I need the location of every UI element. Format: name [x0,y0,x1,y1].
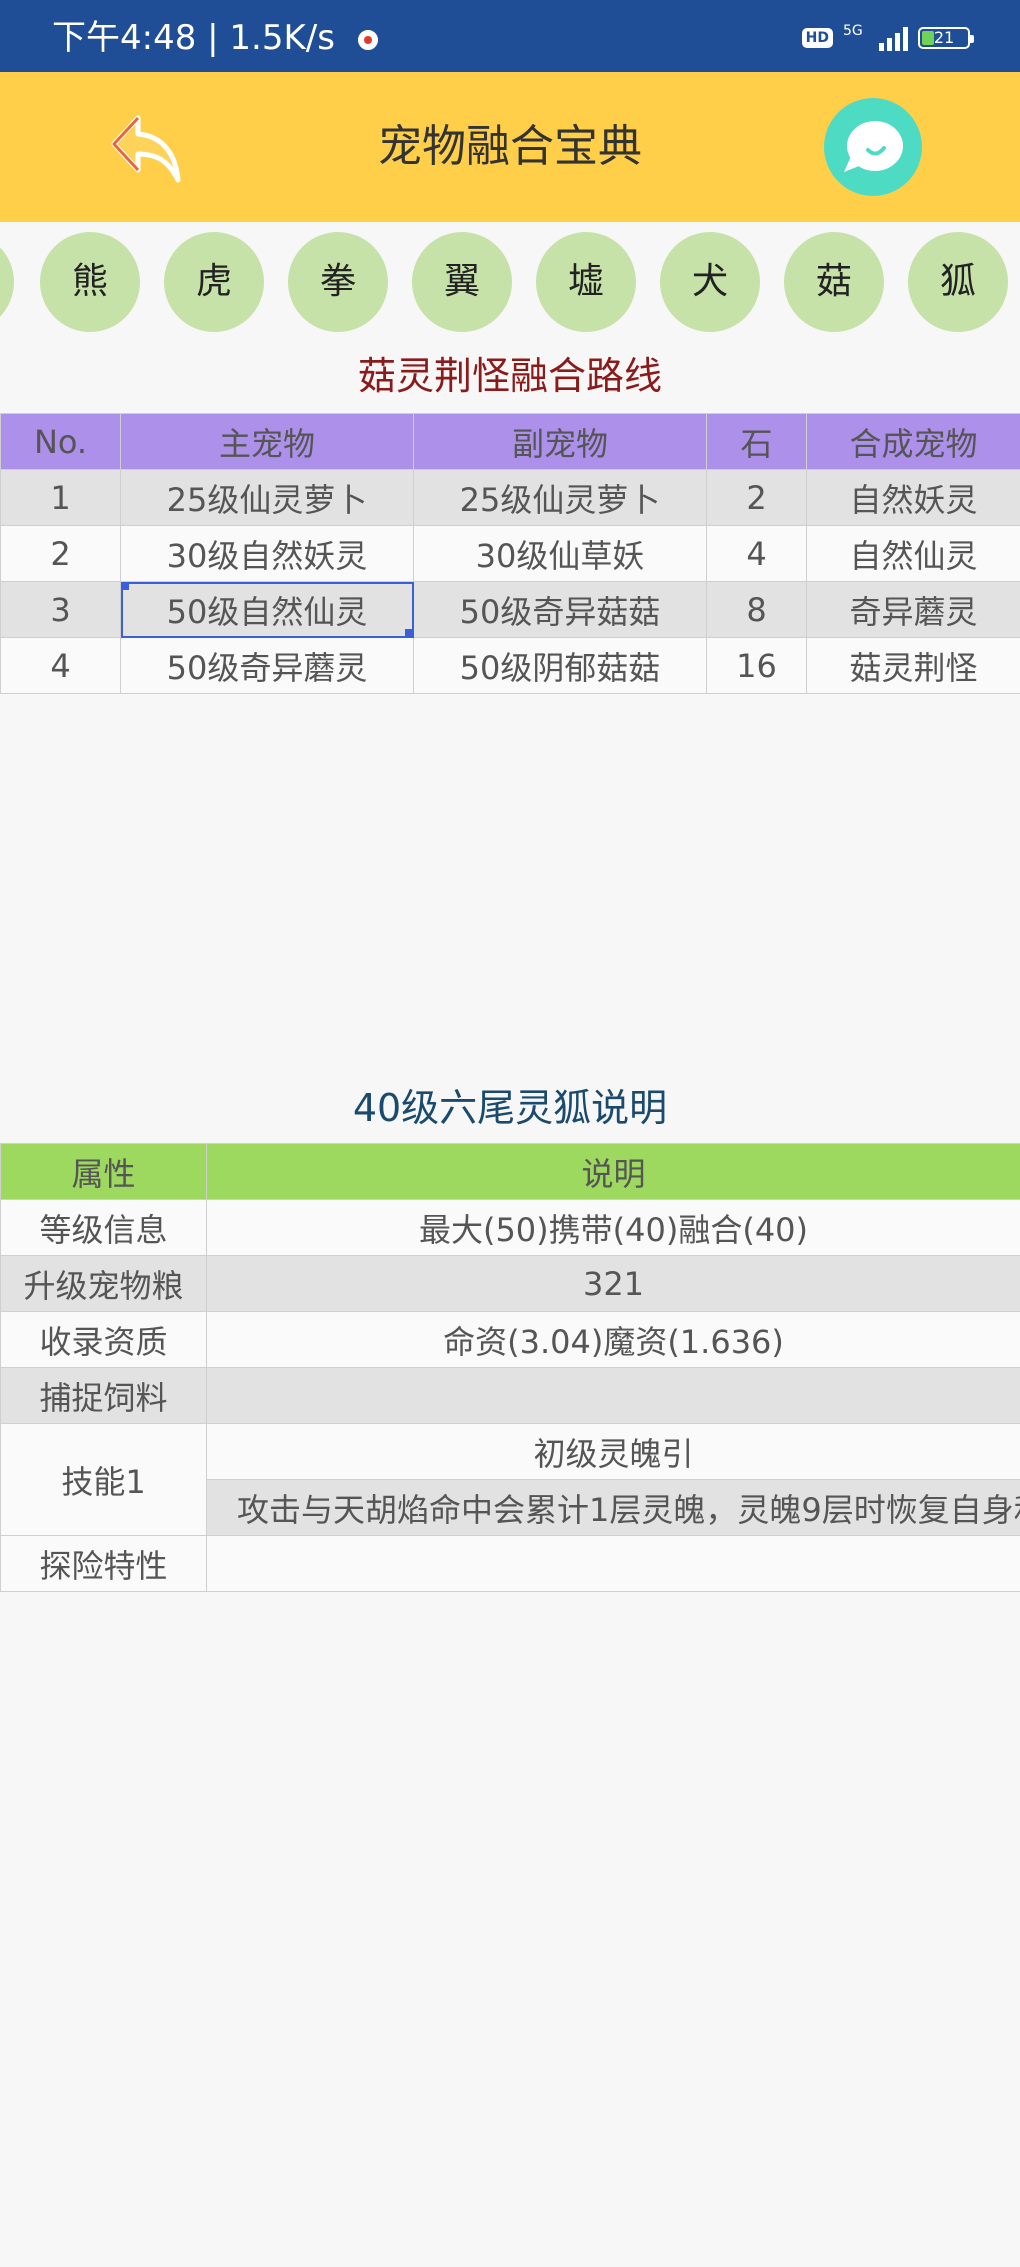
attr-quality-label: 收录资质 [0,1311,207,1368]
status-bar: 下午4:48 | 1.5K/s HD 5G 21 [0,0,1020,72]
cell-no: 2 [0,525,121,582]
col-description: 说明 [206,1143,1020,1200]
table-row: 收录资质 命资(3.04)魔资(1.636) [0,1311,1020,1368]
attr-skill-label: 技能1 [0,1423,207,1536]
attr-trait-label: 探险特性 [0,1535,207,1592]
cell-sub-pet[interactable]: 25级仙灵萝卜 [413,469,707,526]
table-row[interactable]: 3 50级自然仙灵 50级奇异菇菇 8 奇异蘑灵 [0,581,1020,638]
category-dog[interactable]: 犬 [660,232,760,332]
category-ruins[interactable]: 墟 [536,232,636,332]
category-partial[interactable] [0,232,14,332]
network-icon: 5G [843,24,869,52]
cell-stone: 2 [706,469,807,526]
category-wing[interactable]: 翼 [412,232,512,332]
hd-icon: HD [801,28,833,48]
table-row[interactable]: 4 50级奇异蘑灵 50级阴郁菇菇 16 菇灵荆怪 [0,637,1020,694]
cell-main-pet-selected[interactable]: 50级自然仙灵 [120,581,414,638]
cell-sub-pet[interactable]: 50级奇异菇菇 [413,581,707,638]
chat-button[interactable] [824,98,922,196]
attr-quality-value: 命资(3.04)魔资(1.636) [206,1311,1020,1368]
table-row: 技能1 初级灵魄引 [0,1423,1020,1536]
cell-text: 50级自然仙灵 [166,592,368,631]
category-mushroom[interactable]: 菇 [784,232,884,332]
cell-stone: 4 [706,525,807,582]
table-row: 升级宠物粮 321 [0,1255,1020,1312]
cell-result-pet[interactable]: 自然妖灵 [806,469,1020,526]
col-main-pet: 主宠物 [120,413,414,470]
cell-main-pet[interactable]: 30级自然妖灵 [120,525,414,582]
info-header-row: 属性 说明 [0,1143,1020,1200]
chat-bubble-icon [844,121,903,172]
category-fox[interactable]: 狐 [908,232,1008,332]
battery-icon: 21 [918,27,974,49]
fusion-header-row: No. 主宠物 副宠物 石 合成宠物 [0,413,1020,470]
category-fist[interactable]: 拳 [288,232,388,332]
cell-main-pet[interactable]: 25级仙灵萝卜 [120,469,414,526]
cell-result-pet[interactable]: 自然仙灵 [806,525,1020,582]
fusion-title: 菇灵荆怪融合路线 [357,354,662,398]
status-icons: HD 5G 21 [801,24,974,52]
table-row: 等级信息 最大(50)携带(40)融合(40) [0,1199,1020,1256]
cell-stone: 8 [706,581,807,638]
cell-no: 3 [0,581,121,638]
cell-main-pet[interactable]: 50级奇异蘑灵 [120,637,414,694]
table-row[interactable]: 2 30级自然妖灵 30级仙草妖 4 自然仙灵 [0,525,1020,582]
attr-catch-label: 捕捉饲料 [0,1367,207,1424]
status-time-speed: 下午4:48 | 1.5K/s [52,20,378,56]
skill-description: 攻击与天胡焰命中会累计1层灵魄，灵魄9层时恢复自身和 [206,1479,1020,1536]
cell-result-pet[interactable]: 菇灵荆怪 [806,637,1020,694]
recording-icon [357,29,378,50]
attr-level-label: 等级信息 [0,1199,207,1256]
table-row: 捕捉饲料 [0,1367,1020,1424]
col-stone: 石 [706,413,807,470]
cell-no: 4 [0,637,121,694]
table-row: 探险特性 [0,1535,1020,1592]
table-row[interactable]: 1 25级仙灵萝卜 25级仙灵萝卜 2 自然妖灵 [0,469,1020,526]
info-table: 属性 说明 等级信息 最大(50)携带(40)融合(40) 升级宠物粮 321 … [0,1143,1020,1592]
attr-food-value: 321 [206,1255,1020,1312]
cell-no: 1 [0,469,121,526]
attr-level-value: 最大(50)携带(40)融合(40) [206,1199,1020,1256]
cell-sub-pet[interactable]: 30级仙草妖 [413,525,707,582]
attr-food-label: 升级宠物粮 [0,1255,207,1312]
cell-result-pet[interactable]: 奇异蘑灵 [806,581,1020,638]
selection-handle-start[interactable] [121,582,129,590]
col-attribute: 属性 [0,1143,207,1200]
selection-handle-end[interactable] [405,629,413,637]
col-no: No. [0,413,121,470]
col-result-pet: 合成宠物 [806,413,1020,470]
category-tiger[interactable]: 虎 [164,232,264,332]
network-label: 5G [843,23,863,39]
fusion-table: No. 主宠物 副宠物 石 合成宠物 1 25级仙灵萝卜 25级仙灵萝卜 2 自… [0,413,1020,694]
time-speed-text: 下午4:48 | 1.5K/s [52,18,335,58]
col-sub-pet: 副宠物 [413,413,707,470]
battery-level: 21 [933,28,955,47]
category-bar: 熊 虎 拳 翼 墟 犬 菇 狐 [0,232,1020,332]
signal-icon [879,25,908,51]
app-header: 宠物融合宝典 [0,72,1020,222]
attr-trait-value [206,1535,1020,1592]
attr-catch-value [206,1367,1020,1424]
cell-sub-pet[interactable]: 50级阴郁菇菇 [413,637,707,694]
skill-name: 初级灵魄引 [206,1423,1020,1480]
category-bear[interactable]: 熊 [40,232,140,332]
cell-stone: 16 [706,637,807,694]
info-title: 40级六尾灵狐说明 [352,1086,668,1130]
